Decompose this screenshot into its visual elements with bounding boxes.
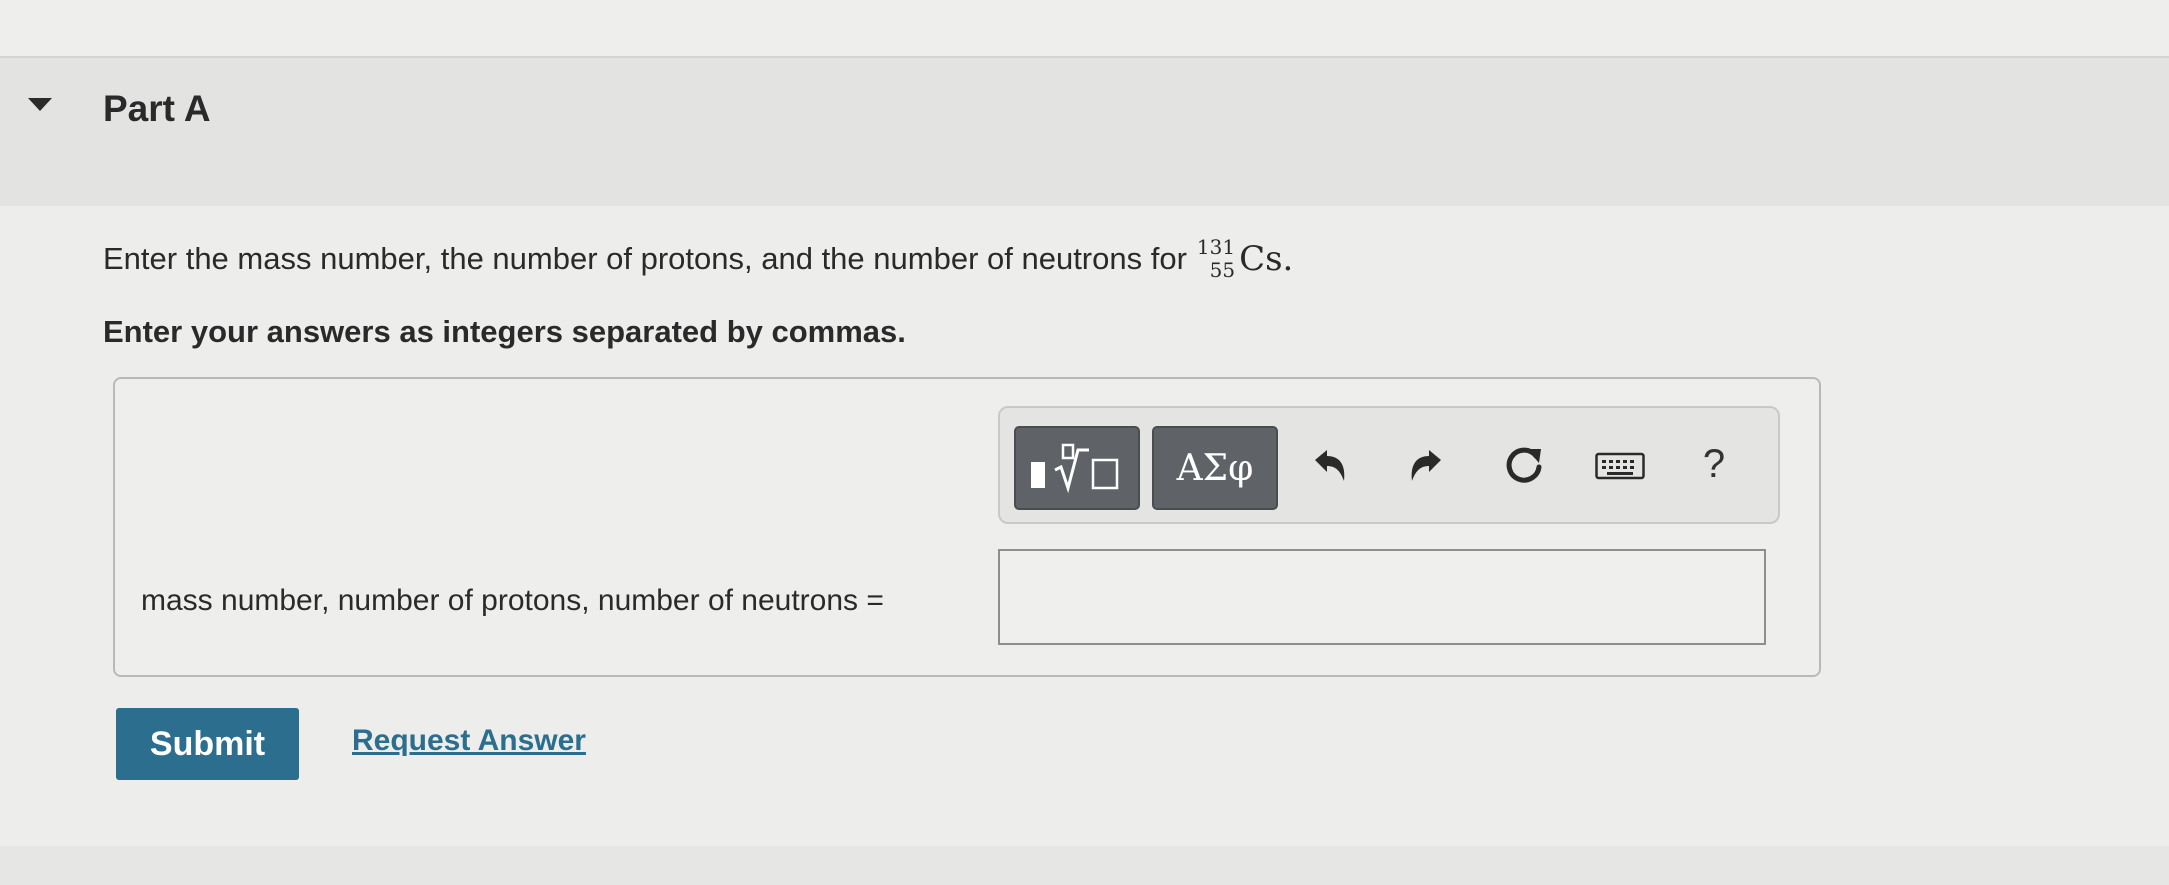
- redo-button[interactable]: [1396, 436, 1456, 496]
- undo-button[interactable]: [1300, 436, 1360, 496]
- request-answer-link[interactable]: Request Answer: [352, 724, 586, 758]
- greek-symbols-button[interactable]: ΑΣφ: [1152, 426, 1278, 510]
- symbols-label: ΑΣφ: [1176, 447, 1254, 489]
- question-text: Enter the mass number, the number of pro…: [103, 241, 1187, 276]
- templates-radical-icon: [1031, 443, 1119, 494]
- keyboard-button[interactable]: [1590, 436, 1650, 496]
- reset-icon: [1506, 447, 1542, 483]
- part-header: [0, 58, 2169, 206]
- submit-button[interactable]: Submit: [116, 708, 299, 780]
- keyboard-icon: [1595, 452, 1645, 480]
- instruction-text: Enter your answers as integers separated…: [103, 314, 906, 349]
- answer-field-label: mass number, number of protons, number o…: [141, 584, 884, 617]
- nuclide-notation: 131 55 Cs.: [1197, 236, 1293, 282]
- redo-icon: [1411, 450, 1441, 481]
- collapse-caret-icon[interactable]: [28, 98, 52, 111]
- math-toolbar: ΑΣφ ?: [998, 406, 1780, 524]
- help-button[interactable]: ?: [1684, 434, 1744, 494]
- answer-input[interactable]: [998, 549, 1766, 645]
- top-strip: [0, 0, 2169, 58]
- nuclide-atomic-number: 55: [1209, 258, 1236, 282]
- nuclide-symbol: Cs.: [1239, 239, 1294, 279]
- question-prompt: Enter the mass number, the number of pro…: [103, 236, 1293, 282]
- undo-icon: [1315, 450, 1345, 481]
- reset-button[interactable]: [1494, 436, 1554, 496]
- bottom-strip: [0, 846, 2169, 885]
- nuclide-mass-number: 131: [1196, 235, 1236, 259]
- templates-button[interactable]: [1014, 426, 1140, 510]
- part-title: Part A: [103, 88, 211, 129]
